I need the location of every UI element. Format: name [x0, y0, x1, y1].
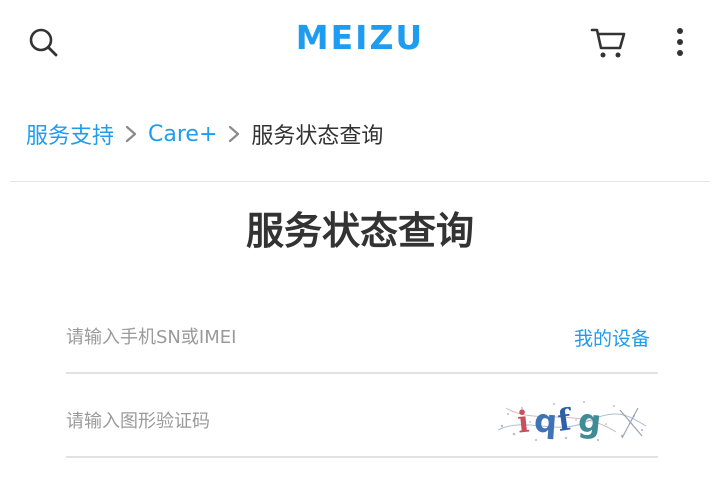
chevron-right-icon: [114, 122, 148, 146]
page-title: 服务状态查询: [245, 209, 474, 253]
sn-field-row: 我的设备: [66, 302, 658, 374]
breadcrumb-current: 服务状态查询: [251, 124, 384, 149]
cart-button[interactable]: [588, 22, 630, 62]
captcha-input[interactable]: [66, 386, 466, 456]
svg-text:i: i: [516, 405, 531, 441]
captcha-field-row: i q f g: [66, 386, 658, 458]
breadcrumb: 服务支持 Care+ 服务状态查询: [26, 116, 383, 152]
top-bar: MEIZU: [0, 0, 720, 84]
more-menu-button[interactable]: [666, 22, 694, 62]
chevron-right-icon: [217, 122, 251, 146]
sn-imei-input[interactable]: [66, 302, 536, 372]
cart-icon: [590, 28, 626, 58]
more-vertical-icon: [677, 28, 683, 56]
svg-text:g: g: [576, 401, 603, 441]
svg-text:f: f: [555, 402, 575, 439]
breadcrumb-care-plus[interactable]: Care+: [148, 122, 217, 147]
breadcrumb-service-support[interactable]: 服务支持: [26, 118, 114, 150]
my-device-link[interactable]: 我的设备: [574, 324, 650, 351]
captcha-image[interactable]: i q f g: [496, 396, 648, 446]
divider: [10, 181, 710, 182]
svg-text:q: q: [533, 401, 559, 441]
page: MEIZU 服务支持 Care+ 服务状态查询 服务状态查询 请输入手机SN或I…: [0, 0, 720, 499]
